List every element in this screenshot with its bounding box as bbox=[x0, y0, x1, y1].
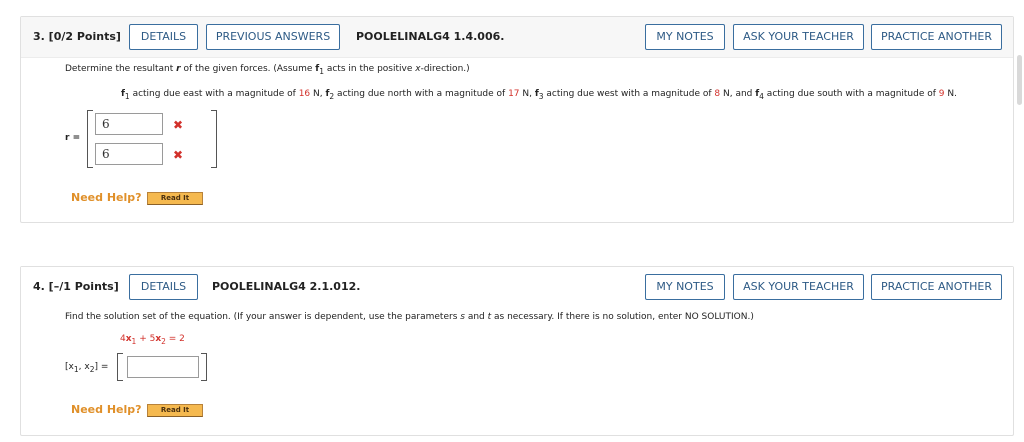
ask-teacher-button[interactable]: ASK YOUR TEACHER bbox=[733, 24, 864, 50]
right-bracket bbox=[211, 110, 217, 168]
need-help-label: Need Help? bbox=[71, 403, 142, 416]
answer-input-row1[interactable]: 6 bbox=[95, 113, 163, 135]
question-3-header: 3. [0/2 Points] DETAILS PREVIOUS ANSWERS… bbox=[21, 17, 1013, 58]
left-bracket bbox=[87, 110, 93, 168]
question-4-header: 4. [–/1 Points] DETAILS POOLELINALG4 2.1… bbox=[21, 267, 1013, 307]
question-code: POOLELINALG4 2.1.012. bbox=[212, 280, 361, 293]
ask-teacher-button[interactable]: ASK YOUR TEACHER bbox=[733, 274, 864, 300]
forces-description: f1 acting due east with a magnitude of 1… bbox=[121, 89, 957, 101]
details-button[interactable]: DETAILS bbox=[129, 24, 198, 50]
previous-answers-button[interactable]: PREVIOUS ANSWERS bbox=[206, 24, 340, 50]
question-code: POOLELINALG4 1.4.006. bbox=[356, 30, 505, 43]
scrollbar[interactable] bbox=[1017, 55, 1022, 105]
question-4-panel: 4. [–/1 Points] DETAILS POOLELINALG4 2.1… bbox=[20, 266, 1014, 436]
wrong-icon: ✖ bbox=[173, 148, 184, 162]
question-3-points: 3. [0/2 Points] bbox=[33, 30, 121, 43]
answer-input-row2[interactable]: 6 bbox=[95, 143, 163, 165]
question-prompt: Determine the resultant r of the given f… bbox=[65, 64, 470, 76]
left-bracket bbox=[117, 353, 123, 381]
equation: 4x1 + 5x2 = 2 bbox=[120, 334, 185, 346]
solution-matrix bbox=[117, 353, 207, 381]
my-notes-button[interactable]: MY NOTES bbox=[645, 274, 725, 300]
read-it-button[interactable]: Read It bbox=[147, 404, 203, 417]
practice-another-button[interactable]: PRACTICE ANOTHER bbox=[871, 274, 1002, 300]
read-it-button[interactable]: Read It bbox=[147, 192, 203, 205]
practice-another-button[interactable]: PRACTICE ANOTHER bbox=[871, 24, 1002, 50]
my-notes-button[interactable]: MY NOTES bbox=[645, 24, 725, 50]
question-4-points: 4. [–/1 Points] bbox=[33, 280, 119, 293]
question-3-panel: 3. [0/2 Points] DETAILS PREVIOUS ANSWERS… bbox=[20, 16, 1014, 223]
question-prompt: Find the solution set of the equation. (… bbox=[65, 312, 754, 322]
need-help-label: Need Help? bbox=[71, 191, 142, 204]
solution-input[interactable] bbox=[127, 356, 199, 378]
solution-label: [x1, x2] = bbox=[65, 362, 109, 374]
wrong-icon: ✖ bbox=[173, 118, 184, 132]
right-bracket bbox=[201, 353, 207, 381]
details-button[interactable]: DETAILS bbox=[129, 274, 198, 300]
resultant-label: r = bbox=[65, 133, 81, 143]
answer-matrix: 6 ✖ 6 ✖ bbox=[87, 110, 217, 168]
